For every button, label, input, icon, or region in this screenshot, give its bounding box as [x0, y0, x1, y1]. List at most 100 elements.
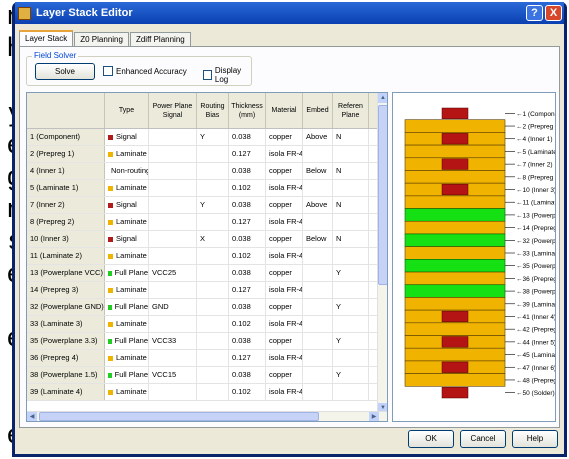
table-cell-name[interactable]: 38 (Powerplane 1.5) [27, 367, 105, 383]
table-cell-type[interactable]: Laminate [105, 146, 149, 162]
table-cell-ref[interactable]: N [333, 129, 369, 145]
column-header[interactable]: Power Plane Signal [149, 93, 197, 128]
table-cell-bias[interactable] [197, 214, 229, 230]
table-row[interactable]: 10 (Inner 3) Signal X 0.038 copper Below N [27, 231, 379, 248]
table-cell-ref[interactable]: Y [333, 367, 369, 383]
table-cell-bias[interactable] [197, 299, 229, 315]
scroll-right-arrow-icon[interactable]: ▶ [369, 412, 379, 421]
table-cell-th[interactable]: 0.038 [229, 231, 266, 247]
table-cell-th[interactable]: 0.038 [229, 197, 266, 213]
table-cell-mat[interactable]: isola FR-4 [266, 350, 303, 366]
table-cell-mat[interactable]: copper [266, 299, 303, 315]
table-cell-name[interactable]: 1 (Component) [27, 129, 105, 145]
checkbox-box[interactable] [203, 70, 212, 80]
table-cell-th[interactable]: 0.102 [229, 248, 266, 264]
help-button[interactable]: Help [512, 430, 558, 448]
table-row[interactable]: 39 (Laminate 4) Laminate 0.102 isola FR-4 [27, 384, 379, 401]
table-cell-type[interactable]: Laminate [105, 180, 149, 196]
table-cell-mat[interactable]: isola FR-4 [266, 180, 303, 196]
table-cell-name[interactable]: 2 (Prepreg 1) [27, 146, 105, 162]
table-cell-type[interactable]: Full Plane [105, 333, 149, 349]
table-cell-bias[interactable] [197, 163, 229, 179]
table-row[interactable]: 38 (Powerplane 1.5) Full Plane VCC15 0.038 c… [27, 367, 379, 384]
table-cell-pp[interactable] [149, 163, 197, 179]
table-cell-ref[interactable] [333, 146, 369, 162]
table-cell-embed[interactable]: Above [303, 129, 333, 145]
table-cell-name[interactable]: 11 (Laminate 2) [27, 248, 105, 264]
table-cell-th[interactable]: 0.127 [229, 146, 266, 162]
table-cell-name[interactable]: 14 (Prepreg 3) [27, 282, 105, 298]
table-cell-embed[interactable]: Below [303, 231, 333, 247]
table-cell-name[interactable]: 33 (Laminate 3) [27, 316, 105, 332]
table-cell-embed[interactable] [303, 384, 333, 400]
table-cell-mat[interactable]: copper [266, 367, 303, 383]
table-cell-ref[interactable]: N [333, 163, 369, 179]
table-cell-name[interactable]: 39 (Laminate 4) [27, 384, 105, 400]
table-cell-embed[interactable]: Above [303, 197, 333, 213]
table-cell-mat[interactable]: copper [266, 129, 303, 145]
column-header[interactable]: Material [266, 93, 303, 128]
table-cell-type[interactable]: Laminate [105, 248, 149, 264]
table-row[interactable]: 13 (Powerplane VCC) Full Plane VCC25 0.038 c… [27, 265, 379, 282]
tab-zdiff-planning[interactable]: Zdiff Planning [129, 32, 191, 46]
table-cell-pp[interactable] [149, 180, 197, 196]
table-cell-name[interactable]: 13 (Powerplane VCC) [27, 265, 105, 281]
table-cell-ref[interactable] [333, 316, 369, 332]
table-cell-bias[interactable] [197, 316, 229, 332]
tab-z0-planning[interactable]: Z0 Planning [74, 32, 129, 46]
table-cell-type[interactable]: Signal [105, 129, 149, 145]
table-cell-th[interactable]: 0.038 [229, 163, 266, 179]
table-cell-mat[interactable]: isola FR-4 [266, 146, 303, 162]
table-cell-pp[interactable] [149, 384, 197, 400]
table-cell-bias[interactable] [197, 333, 229, 349]
table-cell-name[interactable]: 4 (Inner 1) [27, 163, 105, 179]
table-cell-bias[interactable] [197, 282, 229, 298]
table-cell-embed[interactable] [303, 265, 333, 281]
table-cell-pp[interactable] [149, 197, 197, 213]
table-cell-embed[interactable] [303, 299, 333, 315]
table-cell-th[interactable]: 0.038 [229, 299, 266, 315]
table-cell-mat[interactable]: isola FR-4 [266, 282, 303, 298]
table-row[interactable]: 33 (Laminate 3) Laminate 0.102 isola FR-4 [27, 316, 379, 333]
table-cell-name[interactable]: 8 (Prepreg 2) [27, 214, 105, 230]
table-cell-mat[interactable]: copper [266, 163, 303, 179]
table-cell-pp[interactable] [149, 350, 197, 366]
table-row[interactable]: 7 (Inner 2) Signal Y 0.038 copper Above N [27, 197, 379, 214]
table-cell-ref[interactable] [333, 214, 369, 230]
table-cell-pp[interactable] [149, 214, 197, 230]
table-cell-type[interactable]: Full Plane [105, 299, 149, 315]
column-header[interactable]: Embed [303, 93, 333, 128]
table-cell-embed[interactable]: Below [303, 163, 333, 179]
vertical-scrollbar[interactable]: ▲ ▼ [377, 93, 387, 413]
table-row[interactable]: 1 (Component) Signal Y 0.038 copper Above N [27, 129, 379, 146]
table-cell-mat[interactable]: isola FR-4 [266, 316, 303, 332]
enhanced-accuracy-checkbox[interactable]: Enhanced Accuracy [103, 66, 187, 76]
table-row[interactable]: 4 (Inner 1) Non-routing 0.038 copper Below N [27, 163, 379, 180]
table-row[interactable]: 8 (Prepreg 2) Laminate 0.127 isola FR-4 [27, 214, 379, 231]
table-row[interactable]: 5 (Laminate 1) Laminate 0.102 isola FR-4 [27, 180, 379, 197]
column-header[interactable] [27, 93, 105, 128]
table-cell-ref[interactable]: Y [333, 265, 369, 281]
table-cell-name[interactable]: 32 (Powerplane GND) [27, 299, 105, 315]
table-row[interactable]: 14 (Prepreg 3) Laminate 0.127 isola FR-4 [27, 282, 379, 299]
table-row[interactable]: 32 (Powerplane GND) Full Plane GND 0.038 cop… [27, 299, 379, 316]
column-header[interactable]: Type [105, 93, 149, 128]
table-cell-th[interactable]: 0.038 [229, 129, 266, 145]
table-cell-ref[interactable] [333, 350, 369, 366]
column-header[interactable]: Thickness (mm) [229, 93, 266, 128]
table-cell-th[interactable]: 0.102 [229, 384, 266, 400]
table-cell-ref[interactable] [333, 180, 369, 196]
table-cell-mat[interactable]: copper [266, 333, 303, 349]
table-cell-type[interactable]: Laminate [105, 384, 149, 400]
table-cell-bias[interactable] [197, 265, 229, 281]
table-cell-type[interactable]: Signal [105, 197, 149, 213]
table-cell-embed[interactable] [303, 214, 333, 230]
table-cell-type[interactable]: Non-routing [105, 163, 149, 179]
ok-button[interactable]: OK [408, 430, 454, 448]
table-cell-pp[interactable] [149, 248, 197, 264]
tab-layer-stack[interactable]: Layer Stack [19, 30, 74, 46]
solve-button[interactable]: Solve [35, 63, 95, 80]
table-cell-pp[interactable] [149, 231, 197, 247]
table-cell-mat[interactable]: copper [266, 265, 303, 281]
table-cell-embed[interactable] [303, 316, 333, 332]
